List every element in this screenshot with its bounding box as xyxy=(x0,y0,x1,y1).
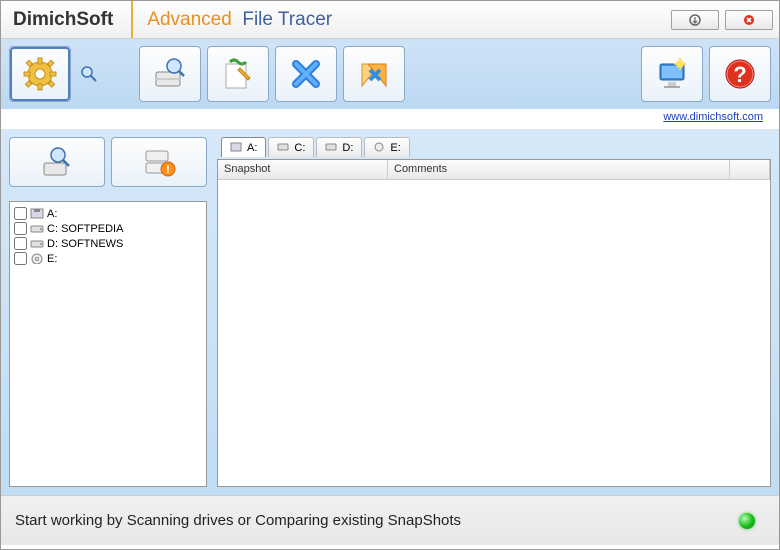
drive-alert-icon: ! xyxy=(142,145,176,179)
brand: DimichSoft xyxy=(1,1,133,38)
app-subtitle: Advanced File Tracer xyxy=(133,9,332,31)
link-bar: www.dimichsoft.com xyxy=(1,109,779,129)
magnify-drive-icon xyxy=(40,145,74,179)
tab-drive-c[interactable]: C: xyxy=(268,137,314,157)
website-link[interactable]: www.dimichsoft.com xyxy=(663,111,763,123)
hdd-icon xyxy=(277,142,291,153)
hdd-icon xyxy=(325,142,339,153)
col-spacer xyxy=(730,160,770,179)
drive-alert-button[interactable]: ! xyxy=(111,137,207,187)
hdd-icon xyxy=(30,238,44,249)
delete-icon xyxy=(288,56,324,92)
scan-drive-icon xyxy=(152,56,188,92)
minimize-button[interactable] xyxy=(671,10,719,30)
tab-drive-d[interactable]: D: xyxy=(316,137,362,157)
close-button[interactable] xyxy=(725,10,773,30)
delete-button[interactable] xyxy=(275,46,337,102)
floppy-icon xyxy=(30,208,44,219)
tab-drive-a[interactable]: A: xyxy=(221,137,266,157)
zoom-icon[interactable] xyxy=(77,62,101,86)
status-bar: Start working by Scanning drives or Comp… xyxy=(1,495,779,545)
cd-icon xyxy=(373,142,387,153)
scan-button[interactable] xyxy=(9,137,105,187)
workspace: ! A: C: SOFTPEDIA D: SOFTNEWS xyxy=(1,129,779,495)
drive-label: E: xyxy=(47,253,57,265)
status-text: Start working by Scanning drives or Comp… xyxy=(15,512,739,529)
header-bar: DimichSoft Advanced File Tracer xyxy=(1,1,779,39)
status-led-icon xyxy=(739,513,755,529)
svg-text:?: ? xyxy=(733,62,746,87)
scan-drives-button[interactable] xyxy=(139,46,201,102)
monitor-icon xyxy=(654,56,690,92)
table-header: Snapshot Comments xyxy=(218,160,770,180)
snapshot-table: Snapshot Comments xyxy=(217,159,771,487)
compare-icon xyxy=(356,56,392,92)
drive-label: C: SOFTPEDIA xyxy=(47,223,123,235)
drive-label: D: SOFTNEWS xyxy=(47,238,123,250)
drive-checkbox[interactable] xyxy=(14,207,27,220)
col-comments[interactable]: Comments xyxy=(388,160,730,179)
col-snapshot[interactable]: Snapshot xyxy=(218,160,388,179)
drive-checkbox[interactable] xyxy=(14,237,27,250)
left-panel: ! A: C: SOFTPEDIA D: SOFTNEWS xyxy=(9,137,207,487)
tab-drive-e[interactable]: E: xyxy=(364,137,409,157)
help-button[interactable]: ? xyxy=(709,46,771,102)
drive-item[interactable]: D: SOFTNEWS xyxy=(14,236,202,251)
drive-label: A: xyxy=(47,208,57,220)
cd-icon xyxy=(30,253,44,264)
svg-text:!: ! xyxy=(166,164,170,176)
subtitle-highlight: Advanced xyxy=(147,9,232,30)
main-toolbar: ? xyxy=(1,39,779,109)
compare-button[interactable] xyxy=(343,46,405,102)
monitor-button[interactable] xyxy=(641,46,703,102)
settings-button[interactable] xyxy=(9,46,71,102)
drive-item[interactable]: E: xyxy=(14,251,202,266)
right-panel: A: C: D: E: Snapshot Comments xyxy=(217,137,771,487)
edit-button[interactable] xyxy=(207,46,269,102)
floppy-icon xyxy=(230,142,244,153)
drive-item[interactable]: A: xyxy=(14,206,202,221)
gear-icon xyxy=(22,56,58,92)
drive-tabs: A: C: D: E: xyxy=(217,137,771,159)
hdd-icon xyxy=(30,223,44,234)
edit-icon xyxy=(220,56,256,92)
drive-checklist: A: C: SOFTPEDIA D: SOFTNEWS E: xyxy=(9,201,207,487)
drive-checkbox[interactable] xyxy=(14,252,27,265)
drive-checkbox[interactable] xyxy=(14,222,27,235)
table-body xyxy=(218,180,770,486)
drive-item[interactable]: C: SOFTPEDIA xyxy=(14,221,202,236)
help-icon: ? xyxy=(722,56,758,92)
